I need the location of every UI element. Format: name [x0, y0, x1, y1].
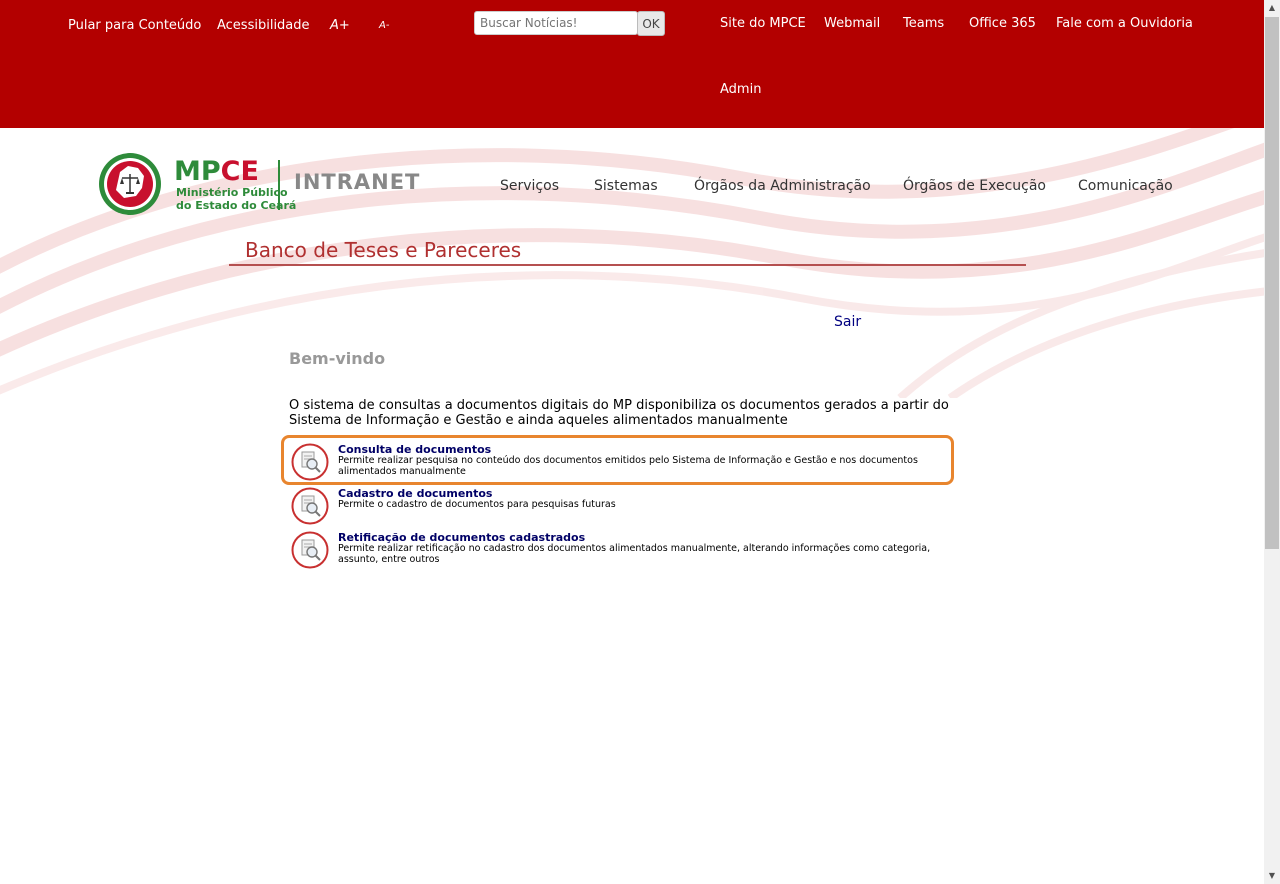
font-decrease-link[interactable]: A- — [379, 20, 389, 31]
menu-item-cadastro[interactable]: Cadastro de documentos Permite o cadastr… — [289, 487, 959, 527]
intranet-label: INTRANET — [294, 170, 421, 194]
system-description: O sistema de consultas a documentos digi… — [289, 398, 949, 428]
teams-link[interactable]: Teams — [903, 16, 944, 31]
scrollbar-thumb[interactable] — [1265, 17, 1279, 549]
nav-servicos[interactable]: Serviços — [500, 178, 559, 194]
menu-item-consulta[interactable]: Consulta de documentos Permite realizar … — [289, 443, 959, 483]
office365-link[interactable]: Office 365 — [969, 16, 1036, 31]
top-bar: Pular para Conteúdo Acessibilidade A+ A-… — [0, 0, 1264, 128]
scroll-up-icon[interactable]: ▲ — [1264, 0, 1280, 16]
scroll-down-icon[interactable]: ▼ — [1264, 868, 1280, 884]
mpce-intranet-logo[interactable]: MPCE Ministério Público do Estado do Cea… — [98, 152, 428, 216]
ombudsman-link[interactable]: Fale com a Ouvidoria — [1056, 16, 1193, 31]
logo-wordmark-ce: CE — [220, 156, 259, 187]
nav-comunicacao[interactable]: Comunicação — [1078, 178, 1173, 194]
page-title: Banco de Teses e Pareceres — [245, 238, 522, 262]
admin-link[interactable]: Admin — [720, 82, 761, 97]
mpce-seal-icon — [99, 153, 161, 215]
font-increase-link[interactable]: A+ — [330, 18, 350, 33]
logo-wordmark: MPCE — [174, 156, 259, 187]
menu-item-description: Permite realizar pesquisa no conteúdo do… — [338, 455, 918, 477]
menu-item-retificacao[interactable]: Retificação de documentos cadastrados Pe… — [289, 531, 959, 571]
document-search-icon — [291, 531, 329, 569]
document-search-icon — [291, 443, 329, 481]
nav-orgaos-execucao[interactable]: Órgãos de Execução — [903, 178, 1046, 194]
logout-link[interactable]: Sair — [834, 314, 861, 330]
logo-divider — [278, 160, 280, 210]
news-search-input[interactable] — [474, 11, 638, 35]
nav-sistemas[interactable]: Sistemas — [594, 178, 658, 194]
menu-item-description: Permite o cadastro de documentos para pe… — [338, 499, 616, 510]
heading-divider — [229, 264, 1026, 266]
menu-item-description: Permite realizar retificação no cadastro… — [338, 543, 931, 565]
site-mpce-link[interactable]: Site do MPCE — [720, 16, 806, 31]
search-ok-button[interactable]: OK — [637, 11, 665, 36]
skip-to-content-link[interactable]: Pular para Conteúdo — [68, 18, 201, 33]
document-search-icon — [291, 487, 329, 525]
accessibility-link[interactable]: Acessibilidade — [217, 18, 310, 33]
webmail-link[interactable]: Webmail — [824, 16, 880, 31]
nav-orgaos-administracao[interactable]: Órgãos da Administração — [694, 178, 871, 194]
welcome-heading: Bem-vindo — [289, 349, 386, 368]
